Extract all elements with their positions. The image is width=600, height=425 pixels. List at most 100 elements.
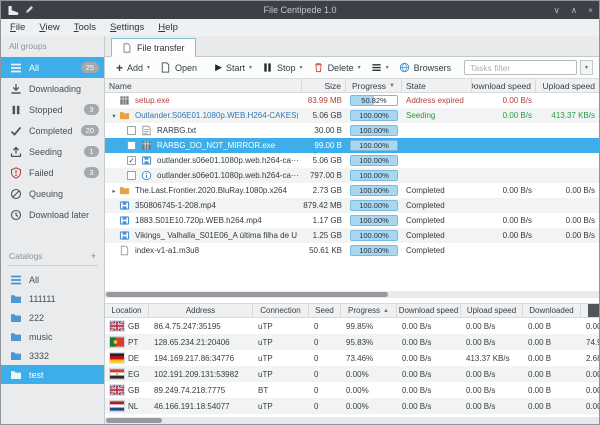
open-button[interactable]: Open (155, 60, 202, 75)
sidebar-item-failed[interactable]: Failed3 (1, 162, 104, 183)
transfer-row[interactable]: ✓outlander.s06e01.1080p.web.h264-ca···5.… (105, 153, 599, 168)
catalog-item-test[interactable]: test (1, 365, 104, 384)
transfer-row[interactable]: ▸The.Last.Frontier.2020.BluRay.1080p.x26… (105, 183, 599, 198)
transfer-row[interactable]: RARBG_DO_NOT_MIRROR.exe99.00 B100.00% (105, 138, 599, 153)
catalogs-label: Catalogs (9, 251, 43, 261)
menu-view[interactable]: View (39, 22, 59, 33)
peer-column-header-upload-speed[interactable]: Upload speed (461, 304, 523, 317)
gb-flag-icon (110, 321, 124, 331)
sort-indicator-icon: ▼ (389, 83, 395, 89)
location-cell: GB (105, 382, 149, 398)
scrollbar-thumb[interactable] (106, 292, 388, 297)
expand-icon[interactable]: ▸ (109, 187, 119, 195)
peer-column-header-address[interactable]: Address (149, 304, 253, 317)
transfer-row[interactable]: index-v1-a1.m3u850.61 KB100.00%Completed (105, 243, 599, 258)
catalog-item-music[interactable]: music (1, 327, 104, 346)
sidebar-item-completed[interactable]: Completed20 (1, 120, 104, 141)
menu-help[interactable]: Help (158, 22, 178, 33)
connection-cell: uTP (253, 334, 309, 350)
menu-tools[interactable]: Tools (74, 22, 96, 33)
size-cell: 83.99 MB (302, 93, 346, 108)
peer-row[interactable]: PT128.65.234.21:20406uTP095.83%0.00 B/s0… (105, 334, 599, 350)
sidebar-item-label: Completed (29, 126, 74, 136)
catalog-item-3332[interactable]: 3332 (1, 346, 104, 365)
menu-settings[interactable]: Settings (110, 22, 144, 33)
stop-button[interactable]: Stop ▾ (257, 60, 308, 75)
peer-column-header-location[interactable]: Location (105, 304, 149, 317)
collapse-icon[interactable]: ▾ (109, 112, 119, 120)
sidebar-item-all[interactable]: All25 (1, 57, 104, 78)
catalog-item-222[interactable]: 222 (1, 308, 104, 327)
filter-dropdown-button[interactable]: ▾ (580, 60, 593, 75)
column-config-button[interactable] (588, 304, 599, 318)
menu-file[interactable]: File (10, 22, 25, 33)
transfer-row[interactable]: ▾Outlander.S06E01.1080p.WEB.H264-CAKES(r… (105, 108, 599, 123)
peer-row[interactable]: NL46.166.191.18:54077uTP00.00%0.00 B/s0.… (105, 398, 599, 414)
scrollbar-thumb[interactable] (106, 418, 162, 423)
column-header-download-speed[interactable]: Download speed (472, 79, 536, 92)
peer-row[interactable]: DE194.169.217.86:34776uTP073.46%0.00 B/s… (105, 350, 599, 366)
sidebar-item-download-later[interactable]: Download later (1, 204, 104, 225)
catalog-item-111111[interactable]: 111111 (1, 289, 104, 308)
peer-column-header-progress[interactable]: Progress▲ (341, 304, 397, 317)
column-header-name[interactable]: Name (105, 79, 302, 92)
transfers-horizontal-scrollbar[interactable] (105, 291, 599, 298)
chevron-down-icon: ▾ (249, 64, 252, 71)
transfer-row[interactable]: 350806745-1-208.mp4879.42 MB100.00%Compl… (105, 198, 599, 213)
add-button[interactable]: + Add ▾ (111, 61, 155, 75)
sidebar-item-label: Seeding (29, 147, 77, 157)
start-button[interactable]: ▶ Start ▾ (210, 60, 257, 75)
download-speed-cell (472, 243, 536, 258)
add-catalog-button[interactable]: + (91, 251, 96, 261)
peer-column-header-connection[interactable]: Connection (253, 304, 309, 317)
sidebar-item-downloading[interactable]: Downloading (1, 78, 104, 99)
peer-row[interactable]: GB86.4.75.247:35195uTP099.85%0.00 B/s0.0… (105, 318, 599, 334)
more-menu-button[interactable]: ▾ (366, 60, 394, 75)
transfer-row[interactable]: 1883.S01E10.720p.WEB.h264.mp41.17 GB100.… (105, 213, 599, 228)
peer-column-header-downloaded[interactable]: Downloaded (523, 304, 581, 317)
folder-icon (10, 369, 22, 381)
transfers-table: NameSizeProgress▼StateDownload speedUplo… (105, 79, 599, 298)
downloaded-cell: 0.00 B (523, 350, 581, 366)
column-header-state[interactable]: State (402, 79, 472, 92)
transfer-row[interactable]: outlander.s06e01.1080p.web.h264-ca···797… (105, 168, 599, 183)
peer-column-header-seed[interactable]: Seed (309, 304, 341, 317)
sidebar-item-stopped[interactable]: Stopped3 (1, 99, 104, 120)
file-checkbox[interactable] (127, 126, 136, 135)
browsers-button[interactable]: Browsers (394, 60, 457, 75)
size-cell: 99.00 B (302, 138, 346, 153)
progress-cell: 0.00% (341, 382, 397, 398)
size-cell: 2.73 GB (302, 183, 346, 198)
file-checkbox[interactable]: ✓ (127, 156, 136, 165)
maximize-button[interactable]: ∧ (571, 5, 577, 16)
transfer-row[interactable]: Vikings_ Valhalla_S01E06_A última filha … (105, 228, 599, 243)
txt-icon (141, 125, 152, 136)
sort-indicator-icon: ▲ (383, 308, 389, 314)
tasks-filter-input[interactable] (464, 60, 577, 75)
download-icon (10, 83, 22, 95)
column-header-upload-speed[interactable]: Upload speed (536, 79, 599, 92)
transfer-row[interactable]: RARBG.txt30.00 B100.00% (105, 123, 599, 138)
column-header-size[interactable]: Size (302, 79, 346, 92)
downloaded-cell: 0.00 B (523, 398, 581, 414)
progress-bar: 100.00% (350, 245, 398, 256)
peer-row[interactable]: EG102.191.209.131:53982uTP00.00%0.00 B/s… (105, 366, 599, 382)
minimize-button[interactable]: ∨ (554, 5, 560, 16)
peers-horizontal-scrollbar[interactable] (105, 417, 599, 424)
progress-label: 100.00% (351, 111, 397, 120)
sidebar-item-seeding[interactable]: Seeding1 (1, 141, 104, 162)
download-speed-cell: 0.00 B/s (397, 382, 461, 398)
peer-column-header-download-speed[interactable]: Download speed (397, 304, 461, 317)
close-button[interactable]: × (588, 5, 593, 16)
plus-icon: + (116, 63, 123, 73)
file-checkbox[interactable] (127, 171, 136, 180)
file-checkbox[interactable] (127, 141, 136, 150)
sidebar-item-queuing[interactable]: Queuing (1, 183, 104, 204)
catalog-item-all[interactable]: All (1, 270, 104, 289)
column-header-progress[interactable]: Progress▼ (346, 79, 402, 92)
tab-file-transfer[interactable]: File transfer (111, 38, 196, 57)
peer-row[interactable]: GB89.249.74.218:7775BT00.00%0.00 B/s0.00… (105, 382, 599, 398)
name-cell: Vikings_ Valhalla_S01E06_A última filha … (105, 228, 302, 243)
transfer-row[interactable]: setup.exe83.99 MB50.82%Address expired0.… (105, 93, 599, 108)
delete-button[interactable]: Delete ▾ (308, 60, 366, 75)
